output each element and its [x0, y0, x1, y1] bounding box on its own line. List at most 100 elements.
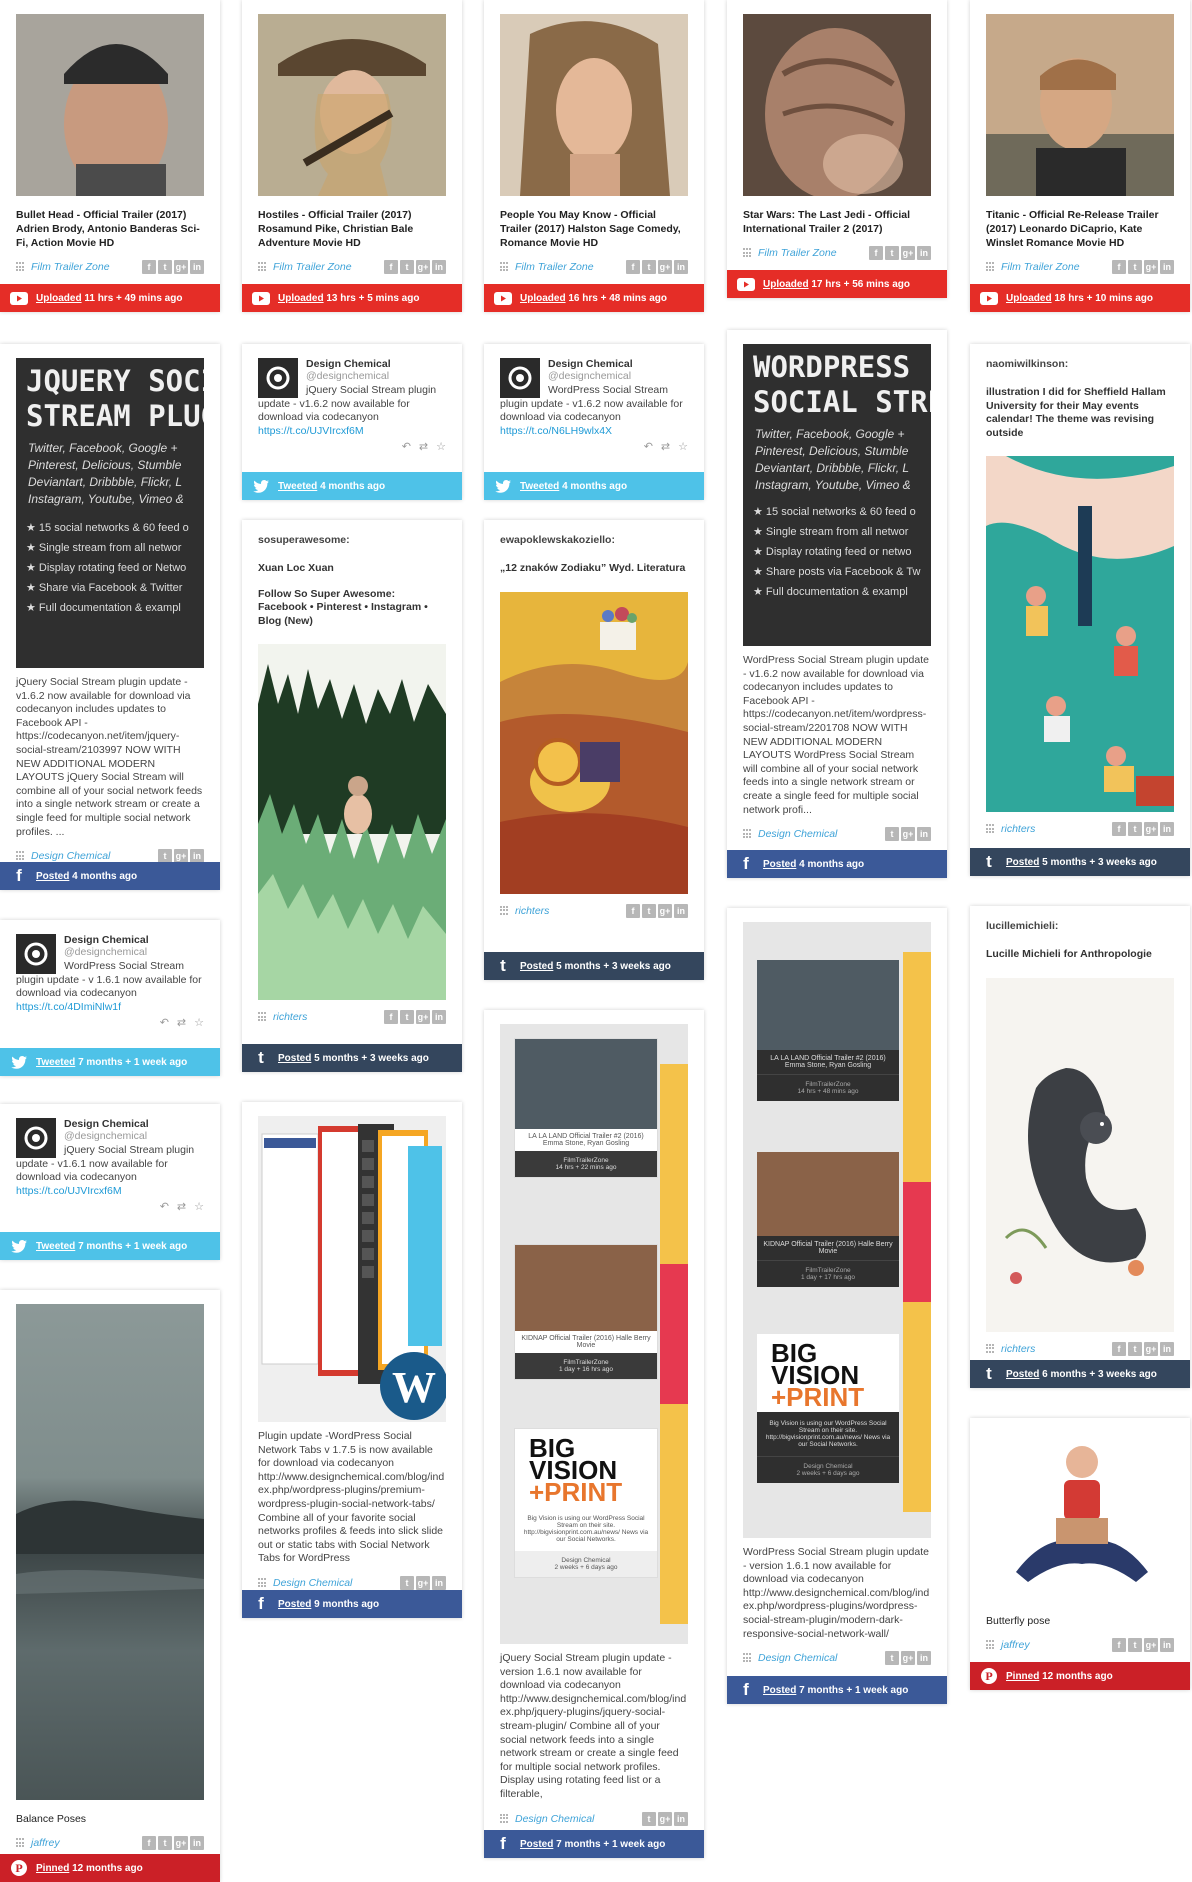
linkedin-share-icon[interactable]: in	[917, 1651, 931, 1666]
uploaded-link[interactable]: Uploaded	[1006, 293, 1052, 304]
tumblr-user[interactable]: naomiwilkinson:	[986, 358, 1174, 370]
video-title[interactable]: Hostiles - Official Trailer (2017) Rosam…	[258, 208, 446, 250]
twitter-share-icon[interactable]: t	[642, 1811, 656, 1826]
uploaded-link[interactable]: Uploaded	[763, 279, 809, 290]
google-plus-share-icon[interactable]: g+	[416, 260, 430, 274]
google-plus-share-icon[interactable]: g+	[174, 260, 188, 274]
twitter-share-icon[interactable]: t	[885, 246, 899, 260]
twitter-share-icon[interactable]: t	[1128, 1341, 1142, 1356]
google-plus-share-icon[interactable]: g+	[1144, 260, 1158, 274]
linkedin-share-icon[interactable]: in	[1160, 822, 1174, 836]
google-plus-share-icon[interactable]: g+	[1144, 822, 1158, 836]
source-link[interactable]: Design Chemical	[758, 828, 837, 840]
pin-image[interactable]	[986, 1432, 1174, 1602]
author-handle[interactable]: @designchemical	[64, 1130, 149, 1142]
google-plus-share-icon[interactable]: g+	[901, 246, 915, 260]
author-name[interactable]: Design Chemical	[64, 1118, 149, 1130]
favorite-icon[interactable]: ☆	[194, 1200, 204, 1213]
google-plus-share-icon[interactable]: g+	[1144, 1638, 1158, 1652]
linkedin-share-icon[interactable]: in	[917, 827, 931, 842]
twitter-share-icon[interactable]: t	[400, 1575, 414, 1590]
pin-title[interactable]: Butterfly pose	[986, 1614, 1174, 1628]
google-plus-share-icon[interactable]: g+	[901, 827, 915, 842]
linkedin-share-icon[interactable]: in	[674, 903, 688, 918]
author-handle[interactable]: @designchemical	[548, 370, 633, 382]
tumblr-user[interactable]: lucillemichieli:	[986, 920, 1174, 932]
post-image[interactable]	[500, 591, 688, 894]
tweet-link[interactable]: https://t.co/UJVIrcxf6M	[16, 1185, 122, 1197]
posted-link[interactable]: Posted	[763, 859, 796, 870]
twitter-share-icon[interactable]: t	[642, 260, 656, 274]
linkedin-share-icon[interactable]: in	[674, 260, 688, 274]
source-link[interactable]: Design Chemical	[515, 1813, 594, 1825]
uploaded-link[interactable]: Uploaded	[36, 293, 82, 304]
linkedin-share-icon[interactable]: in	[190, 260, 204, 274]
video-title[interactable]: Titanic - Official Re-Release Trailer (2…	[986, 208, 1174, 250]
source-link[interactable]: Design Chemical	[31, 850, 110, 862]
google-plus-share-icon[interactable]: g+	[658, 260, 672, 274]
uploaded-link[interactable]: Uploaded	[520, 293, 566, 304]
posted-link[interactable]: Posted	[1006, 857, 1039, 868]
source-link[interactable]: Design Chemical	[758, 1652, 837, 1664]
twitter-share-icon[interactable]: t	[1128, 260, 1142, 274]
posted-link[interactable]: Posted	[36, 871, 69, 882]
google-plus-share-icon[interactable]: g+	[658, 1811, 672, 1826]
facebook-share-icon[interactable]: f	[384, 260, 398, 274]
tweeted-link[interactable]: Tweeted	[278, 481, 317, 492]
pinned-link[interactable]: Pinned	[36, 1863, 69, 1874]
google-plus-share-icon[interactable]: g+	[416, 1010, 430, 1024]
twitter-share-icon[interactable]: t	[885, 827, 899, 842]
video-thumbnail[interactable]	[743, 14, 931, 196]
author-name[interactable]: Design Chemical	[64, 934, 149, 946]
facebook-share-icon[interactable]: f	[626, 260, 640, 274]
facebook-share-icon[interactable]: f	[142, 260, 156, 274]
google-plus-share-icon[interactable]: g+	[901, 1651, 915, 1666]
twitter-share-icon[interactable]: t	[400, 260, 414, 274]
source-link[interactable]: Film Trailer Zone	[758, 247, 837, 259]
facebook-share-icon[interactable]: f	[384, 1010, 398, 1024]
facebook-share-icon[interactable]: f	[1112, 822, 1126, 836]
tweet-link[interactable]: https://t.co/UJVIrcxf6M	[258, 425, 364, 437]
facebook-share-icon[interactable]: f	[1112, 260, 1126, 274]
video-title[interactable]: Star Wars: The Last Jedi - Official Inte…	[743, 208, 931, 236]
posted-link[interactable]: Posted	[763, 1685, 796, 1696]
twitter-share-icon[interactable]: t	[1128, 1638, 1142, 1652]
reply-icon[interactable]: ↶	[160, 1016, 169, 1029]
retweet-icon[interactable]: ⇄	[419, 440, 428, 453]
source-link[interactable]: Film Trailer Zone	[515, 261, 594, 273]
author-handle[interactable]: @designchemical	[306, 370, 391, 382]
source-link[interactable]: richters	[273, 1011, 307, 1023]
post-image[interactable]: WORDPRESS SOCIAL STREA Twitter, Facebook…	[743, 344, 931, 646]
tumblr-user[interactable]: sosuperawesome:	[258, 534, 446, 546]
posted-link[interactable]: Posted	[520, 1839, 553, 1850]
reply-icon[interactable]: ↶	[160, 1200, 169, 1213]
author-name[interactable]: Design Chemical	[548, 358, 633, 370]
video-title[interactable]: People You May Know - Official Trailer (…	[500, 208, 688, 250]
linkedin-share-icon[interactable]: in	[190, 1836, 204, 1850]
posted-link[interactable]: Posted	[278, 1599, 311, 1610]
twitter-share-icon[interactable]: t	[885, 1651, 899, 1666]
pin-image[interactable]	[16, 1304, 204, 1800]
source-link[interactable]: richters	[1001, 1343, 1035, 1355]
post-image[interactable]: LA LA LAND Official Trailer #2 (2016) Em…	[500, 1024, 688, 1644]
pinned-link[interactable]: Pinned	[1006, 1671, 1039, 1682]
linkedin-share-icon[interactable]: in	[917, 246, 931, 260]
source-link[interactable]: Film Trailer Zone	[31, 261, 110, 273]
linkedin-share-icon[interactable]: in	[432, 1010, 446, 1024]
uploaded-link[interactable]: Uploaded	[278, 293, 324, 304]
post-image[interactable]	[986, 977, 1174, 1332]
facebook-share-icon[interactable]: f	[1112, 1341, 1126, 1356]
tumblr-user[interactable]: ewapoklewskakoziello:	[500, 534, 688, 546]
tweeted-link[interactable]: Tweeted	[36, 1057, 75, 1068]
source-link[interactable]: Film Trailer Zone	[273, 261, 352, 273]
linkedin-share-icon[interactable]: in	[1160, 1638, 1174, 1652]
post-image[interactable]: W	[258, 1116, 446, 1422]
linkedin-share-icon[interactable]: in	[432, 260, 446, 274]
favorite-icon[interactable]: ☆	[194, 1016, 204, 1029]
pin-title[interactable]: Balance Poses	[16, 1812, 204, 1826]
author-handle[interactable]: @designchemical	[64, 946, 149, 958]
facebook-share-icon[interactable]: f	[1112, 1638, 1126, 1652]
linkedin-share-icon[interactable]: in	[432, 1575, 446, 1590]
reply-icon[interactable]: ↶	[402, 440, 411, 453]
facebook-share-icon[interactable]: f	[626, 903, 640, 918]
